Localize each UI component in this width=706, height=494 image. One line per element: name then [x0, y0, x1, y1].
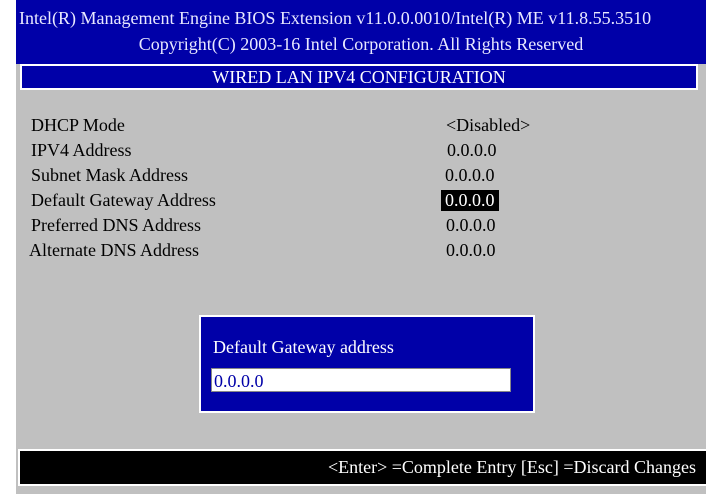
setting-value[interactable]: 0.0.0.0: [446, 240, 496, 261]
setting-value[interactable]: <Disabled>: [446, 115, 530, 136]
dialog-label: Default Gateway address: [213, 337, 394, 357]
page-title: WIRED LAN IPV4 CONFIGURATION: [20, 64, 698, 90]
setting-label: Subnet Mask Address: [31, 165, 188, 185]
setting-label: DHCP Mode: [31, 115, 125, 135]
header-version-text: Intel(R) Management Engine BIOS Extensio…: [19, 8, 652, 28]
setting-value[interactable]: 0.0.0.0: [446, 215, 496, 236]
key-hint-text: <Enter> =Complete Entry [Esc] =Discard C…: [327, 457, 696, 477]
setting-label: Default Gateway Address: [31, 190, 216, 210]
default-gateway-dialog: Default Gateway address 0.0.0.0: [199, 315, 535, 413]
header-copyright-text: Copyright(C) 2003-16 Intel Corporation. …: [138, 34, 584, 54]
setting-value[interactable]: 0.0.0.0: [445, 165, 495, 186]
setting-row-default-gateway-address[interactable]: Default Gateway Address 0.0.0.0: [16, 190, 706, 215]
setting-row-alternate-dns-address[interactable]: Alternate DNS Address 0.0.0.0: [16, 240, 706, 265]
setting-value[interactable]: 0.0.0.0: [447, 140, 497, 161]
footer-bar: <Enter> =Complete Entry [Esc] =Discard C…: [18, 449, 706, 486]
setting-row-dhcp-mode[interactable]: DHCP Mode <Disabled>: [16, 115, 706, 140]
setting-label: Preferred DNS Address: [31, 215, 201, 235]
setting-label: Alternate DNS Address: [29, 240, 199, 260]
setting-value-selected[interactable]: 0.0.0.0: [441, 190, 499, 211]
bios-screen: Intel(R) Management Engine BIOS Extensio…: [16, 0, 706, 494]
setting-row-subnet-mask-address[interactable]: Subnet Mask Address 0.0.0.0: [16, 165, 706, 190]
setting-row-ipv4-address[interactable]: IPV4 Address 0.0.0.0: [16, 140, 706, 165]
default-gateway-input[interactable]: 0.0.0.0: [211, 368, 511, 392]
setting-label: IPV4 Address: [31, 140, 132, 160]
header: Intel(R) Management Engine BIOS Extensio…: [16, 0, 706, 64]
setting-row-preferred-dns-address[interactable]: Preferred DNS Address 0.0.0.0: [16, 215, 706, 240]
